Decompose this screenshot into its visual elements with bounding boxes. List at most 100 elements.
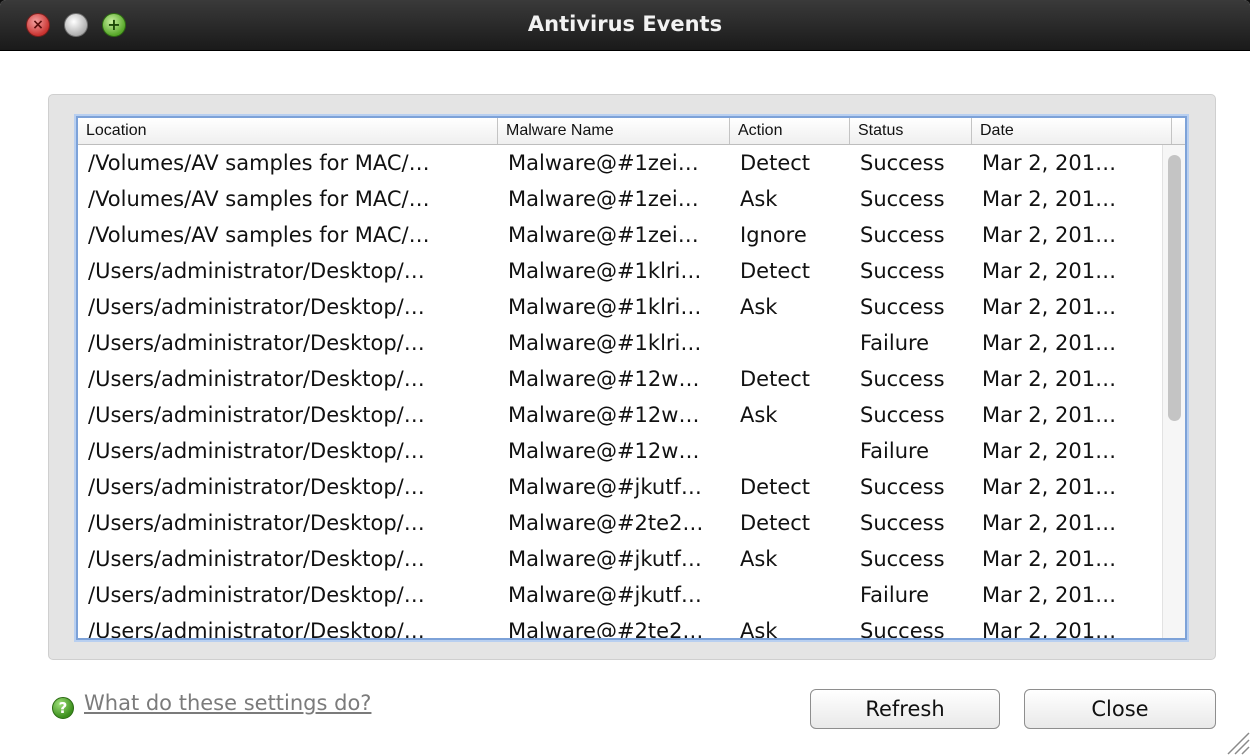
malware-name-cell: Malware@#jkutf… — [508, 475, 702, 499]
status-cell: Success — [860, 223, 945, 247]
malware-name-cell: Malware@#1zei… — [508, 187, 699, 211]
location-cell: /Users/administrator/Desktop/… — [88, 583, 425, 607]
status-cell: Success — [860, 295, 945, 319]
column-header-status[interactable]: Status — [850, 118, 972, 144]
window-title: Antivirus Events — [527, 12, 723, 36]
malware-name-cell: Malware@#12w… — [508, 367, 700, 391]
date-cell: Mar 2, 201… — [982, 295, 1117, 319]
date-cell: Mar 2, 201… — [982, 151, 1117, 175]
table-row[interactable]: /Users/administrator/Desktop/… Malware@#j… — [78, 577, 1185, 613]
location-cell: /Users/administrator/Desktop/… — [88, 331, 425, 355]
malware-name-cell: Malware@#1klri… — [508, 331, 702, 355]
dialog-content: Location Malware Name Action Status Date… — [0, 51, 1250, 755]
table-row[interactable]: /Users/administrator/Desktop/… Malware@#1… — [78, 397, 1185, 433]
status-cell: Success — [860, 187, 945, 211]
action-cell — [730, 577, 850, 613]
scrollbar-thumb[interactable] — [1168, 155, 1181, 421]
status-cell: Success — [860, 403, 945, 427]
status-cell: Failure — [860, 331, 930, 355]
malware-name-cell: Malware@#1zei… — [508, 151, 699, 175]
location-cell: /Users/administrator/Desktop/… — [88, 475, 425, 499]
location-cell: /Users/administrator/Desktop/… — [88, 547, 425, 571]
location-cell: /Users/administrator/Desktop/… — [88, 511, 425, 535]
status-cell: Failure — [860, 439, 930, 463]
table-row[interactable]: /Users/administrator/Desktop/… Malware@#2… — [78, 505, 1185, 541]
location-cell: /Users/administrator/Desktop/… — [88, 403, 425, 427]
table-row[interactable]: /Users/administrator/Desktop/… Malware@#1… — [78, 361, 1185, 397]
antivirus-events-window: × + Antivirus Events Location Malware Na… — [0, 0, 1250, 755]
action-cell: Ask — [740, 295, 778, 319]
help-link[interactable]: What do these settings do? — [84, 691, 371, 715]
action-cell: Detect — [740, 151, 811, 175]
title-bar[interactable]: × + Antivirus Events — [0, 0, 1250, 51]
column-header-action[interactable]: Action — [730, 118, 850, 144]
location-cell: /Users/administrator/Desktop/… — [88, 439, 425, 463]
table-header: Location Malware Name Action Status Date — [78, 118, 1185, 145]
action-cell: Detect — [740, 367, 811, 391]
close-button[interactable]: Close — [1024, 689, 1216, 729]
date-cell: Mar 2, 201… — [982, 475, 1117, 499]
table-row[interactable]: /Users/administrator/Desktop/… Malware@#1… — [78, 433, 1185, 469]
action-cell: Ask — [740, 619, 778, 640]
date-cell: Mar 2, 201… — [982, 331, 1117, 355]
action-cell: Ask — [740, 547, 778, 571]
date-cell: Mar 2, 201… — [982, 367, 1117, 391]
resize-grip-icon[interactable] — [1220, 725, 1250, 755]
malware-name-cell: Malware@#2te2… — [508, 511, 704, 535]
table-row[interactable]: /Volumes/AV samples for MAC/… Malware@#1z… — [78, 181, 1185, 217]
status-cell: Success — [860, 151, 945, 175]
table-row[interactable]: /Users/administrator/Desktop/… Malware@#2… — [78, 613, 1185, 640]
vertical-scrollbar[interactable] — [1162, 145, 1185, 638]
date-cell: Mar 2, 201… — [982, 583, 1117, 607]
malware-name-cell: Malware@#1zei… — [508, 223, 699, 247]
table-row[interactable]: /Users/administrator/Desktop/… Malware@#j… — [78, 469, 1185, 505]
status-cell: Success — [860, 367, 945, 391]
table-body: /Volumes/AV samples for MAC/… Malware@#1z… — [78, 145, 1185, 638]
date-cell: Mar 2, 201… — [982, 439, 1117, 463]
malware-name-cell: Malware@#jkutf… — [508, 583, 702, 607]
location-cell: /Users/administrator/Desktop/… — [88, 619, 425, 640]
action-cell: Detect — [740, 259, 811, 283]
date-cell: Mar 2, 201… — [982, 547, 1117, 571]
malware-name-cell: Malware@#12w… — [508, 403, 700, 427]
location-cell: /Users/administrator/Desktop/… — [88, 259, 425, 283]
events-table[interactable]: Location Malware Name Action Status Date… — [76, 116, 1187, 640]
column-header-location[interactable]: Location — [78, 118, 498, 144]
malware-name-cell: Malware@#12w… — [508, 439, 700, 463]
date-cell: Mar 2, 201… — [982, 187, 1117, 211]
column-header-date[interactable]: Date — [972, 118, 1172, 144]
status-cell: Failure — [860, 583, 930, 607]
refresh-button[interactable]: Refresh — [810, 689, 1000, 729]
column-header-malware-name[interactable]: Malware Name — [498, 118, 730, 144]
action-cell: Detect — [740, 511, 811, 535]
action-cell: Detect — [740, 475, 811, 499]
location-cell: /Volumes/AV samples for MAC/… — [88, 151, 430, 175]
location-cell: /Users/administrator/Desktop/… — [88, 367, 425, 391]
action-cell — [730, 433, 850, 469]
table-row[interactable]: /Users/administrator/Desktop/… Malware@#1… — [78, 253, 1185, 289]
malware-name-cell: Malware@#1klri… — [508, 259, 702, 283]
date-cell: Mar 2, 201… — [982, 223, 1117, 247]
date-cell: Mar 2, 201… — [982, 259, 1117, 283]
malware-name-cell: Malware@#jkutf… — [508, 547, 702, 571]
status-cell: Success — [860, 619, 945, 640]
action-cell: Ask — [740, 187, 778, 211]
status-cell: Success — [860, 259, 945, 283]
malware-name-cell: Malware@#1klri… — [508, 295, 702, 319]
location-cell: /Users/administrator/Desktop/… — [88, 295, 425, 319]
table-row[interactable]: /Volumes/AV samples for MAC/… Malware@#1z… — [78, 145, 1185, 181]
malware-name-cell: Malware@#2te2… — [508, 619, 704, 640]
table-row[interactable]: /Volumes/AV samples for MAC/… Malware@#1z… — [78, 217, 1185, 253]
table-row[interactable]: /Users/administrator/Desktop/… Malware@#1… — [78, 289, 1185, 325]
table-row[interactable]: /Users/administrator/Desktop/… Malware@#1… — [78, 325, 1185, 361]
date-cell: Mar 2, 201… — [982, 403, 1117, 427]
date-cell: Mar 2, 201… — [982, 619, 1117, 640]
location-cell: /Volumes/AV samples for MAC/… — [88, 187, 430, 211]
date-cell: Mar 2, 201… — [982, 511, 1117, 535]
status-cell: Success — [860, 511, 945, 535]
action-cell: Ask — [740, 403, 778, 427]
help-icon[interactable]: ? — [52, 697, 74, 719]
table-row[interactable]: /Users/administrator/Desktop/… Malware@#j… — [78, 541, 1185, 577]
location-cell: /Volumes/AV samples for MAC/… — [88, 223, 430, 247]
status-cell: Success — [860, 547, 945, 571]
